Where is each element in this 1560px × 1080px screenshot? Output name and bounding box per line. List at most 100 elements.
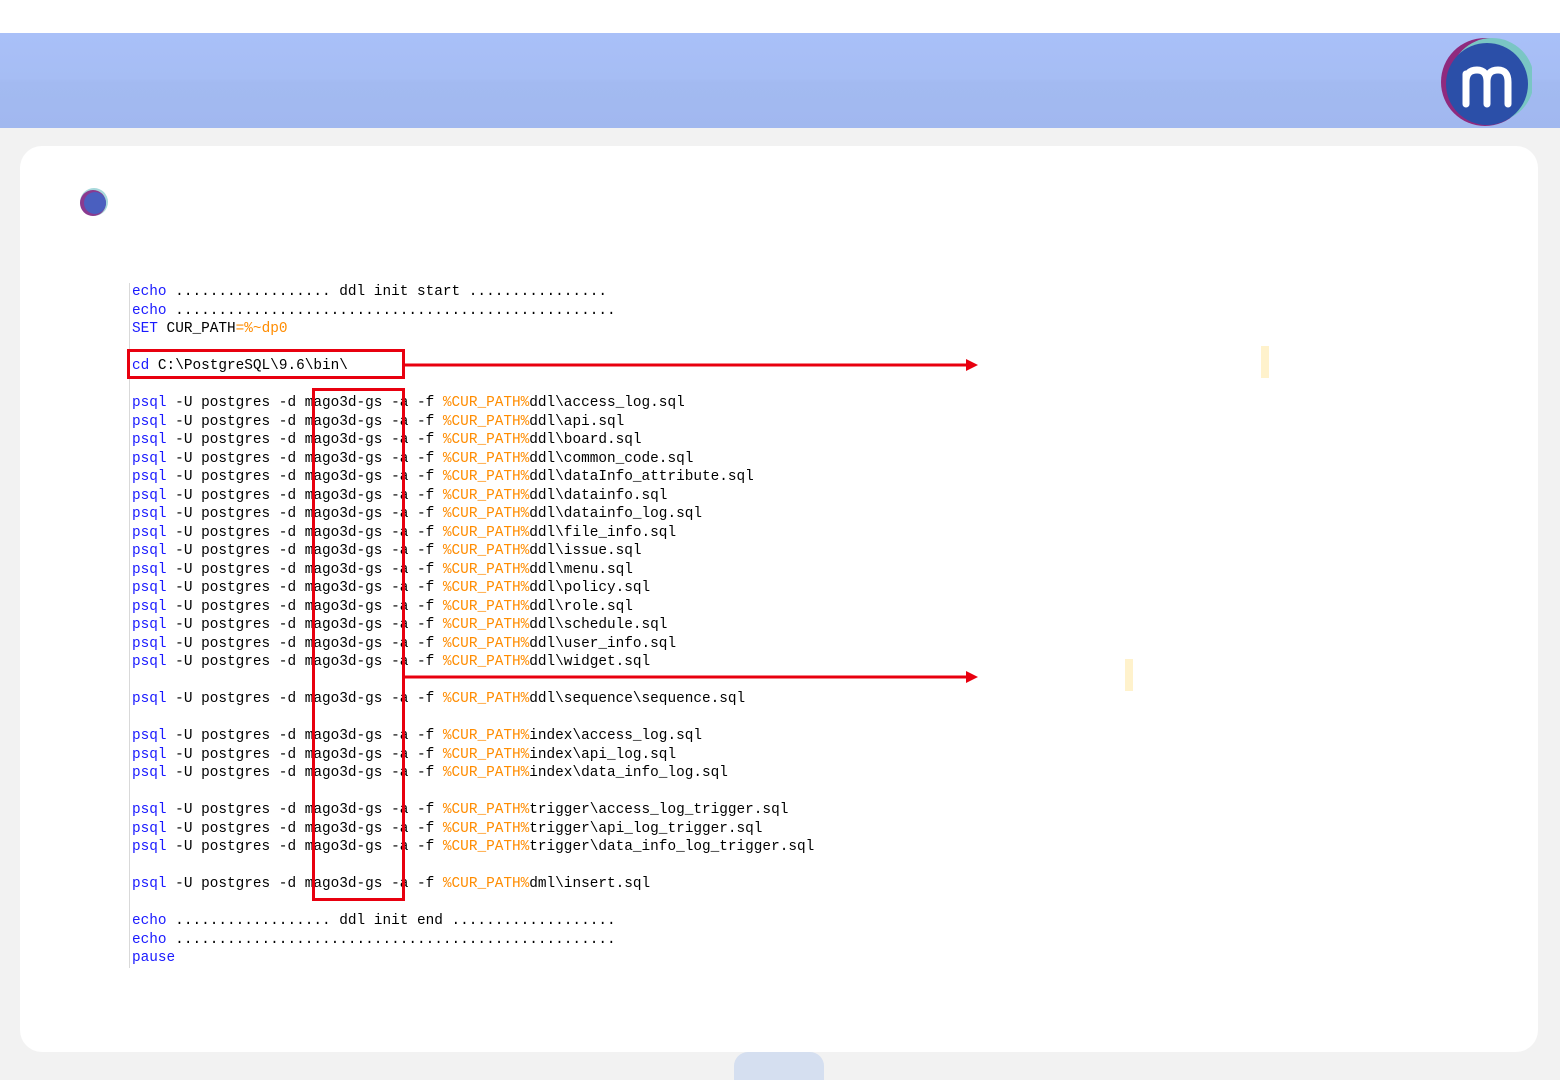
code-line: echo .................. ddl init start .… <box>130 283 890 302</box>
code-path: ddl\role.sql <box>529 598 633 615</box>
code-line: psql -U postgres -d mago3d-gs -a -f %CUR… <box>130 690 890 709</box>
code-variable: %CUR_PATH% <box>442 543 530 559</box>
code-path: ddl\common_code.sql <box>529 450 694 467</box>
code-line: psql -U postgres -d mago3d-gs -a -f %CUR… <box>130 524 890 543</box>
code-line: psql -U postgres -d mago3d-gs -a -f %CUR… <box>130 505 890 524</box>
code-keyword: psql <box>132 413 167 430</box>
code-line: psql -U postgres -d mago3d-gs -a -f %CUR… <box>130 616 890 635</box>
code-line: psql -U postgres -d mago3d-gs -a -f %CUR… <box>130 727 890 746</box>
code-variable: %CUR_PATH% <box>442 654 530 670</box>
code-variable: %CUR_PATH% <box>442 561 530 578</box>
code-variable: %CUR_PATH% <box>442 506 530 522</box>
code-path: trigger\api_log_trigger.sql <box>529 820 763 837</box>
code-path: ddl\access_log.sql <box>529 395 685 411</box>
code-line: psql -U postgres -d mago3d-gs -a -f %CUR… <box>130 487 890 506</box>
code-variable: %CUR_PATH% <box>442 728 530 744</box>
code-keyword: echo <box>132 913 167 929</box>
code-keyword: psql <box>132 691 167 707</box>
code-keyword: psql <box>132 506 167 522</box>
code-line: psql -U postgres -d mago3d-gs -a -f %CUR… <box>130 746 890 765</box>
code-keyword: psql <box>132 395 167 411</box>
code-path: ddl\policy.sql <box>529 580 651 596</box>
code-variable: %CUR_PATH% <box>442 876 530 892</box>
code-path: ddl\dataInfo_attribute.sql <box>529 469 754 485</box>
code-line: echo ...................................… <box>130 302 890 321</box>
code-variable: %CUR_PATH% <box>442 413 530 430</box>
code-path: ddl\file_info.sql <box>529 524 677 541</box>
code-keyword: psql <box>132 617 167 633</box>
code-path: ddl\datainfo_log.sql <box>529 506 702 522</box>
code-keyword: SET <box>132 321 158 337</box>
code-line: psql -U postgres -d mago3d-gs -a -f %CUR… <box>130 838 890 857</box>
code-line: psql -U postgres -d mago3d-gs -a -f %CUR… <box>130 561 890 580</box>
m-logo-icon <box>1441 38 1532 126</box>
header-bar <box>0 33 1560 128</box>
code-keyword: psql <box>132 635 167 652</box>
code-line: psql -U postgres -d mago3d-gs -a -f %CUR… <box>130 801 890 820</box>
code-line: psql -U postgres -d mago3d-gs -a -f %CUR… <box>130 764 890 783</box>
code-variable: %CUR_PATH% <box>442 820 530 837</box>
code-path: dml\insert.sql <box>529 876 651 892</box>
code-keyword: psql <box>132 524 167 541</box>
code-path: ddl\sequence\sequence.sql <box>529 691 746 707</box>
code-keyword: psql <box>132 765 167 781</box>
code-path: trigger\access_log_trigger.sql <box>529 802 789 818</box>
code-keyword: psql <box>132 561 167 578</box>
code-keyword: psql <box>132 598 167 615</box>
note-marker <box>1125 659 1133 691</box>
code-path: ddl\schedule.sql <box>529 617 668 633</box>
code-text: .................. ddl init start ......… <box>166 284 607 300</box>
code-variable: %CUR_PATH% <box>442 802 530 818</box>
code-path: index\api_log.sql <box>529 746 677 763</box>
code-keyword: psql <box>132 802 167 818</box>
code-keyword: echo <box>132 302 167 319</box>
code-variable: %CUR_PATH% <box>442 450 530 467</box>
code-path: ddl\issue.sql <box>529 543 642 559</box>
code-line: psql -U postgres -d mago3d-gs -a -f %CUR… <box>130 635 890 654</box>
code-block: echo .................. ddl init start .… <box>129 283 890 968</box>
code-variable: %CUR_PATH% <box>442 469 530 485</box>
code-variable: %CUR_PATH% <box>442 432 530 448</box>
code-keyword: echo <box>132 931 167 948</box>
note-marker <box>1261 346 1269 378</box>
top-strip <box>0 0 1560 33</box>
code-keyword: psql <box>132 839 167 855</box>
code-keyword: psql <box>132 450 167 467</box>
code-variable: %CUR_PATH% <box>442 598 530 615</box>
code-line: psql -U postgres -d mago3d-gs -a -f %CUR… <box>130 542 890 561</box>
code-variable: %CUR_PATH% <box>442 839 530 855</box>
code-variable: %CUR_PATH% <box>442 765 530 781</box>
code-path: ddl\widget.sql <box>529 654 651 670</box>
code-line: SET CUR_PATH=%~dp0 <box>130 320 890 339</box>
code-variable: %CUR_PATH% <box>442 524 530 541</box>
code-path: index\access_log.sql <box>529 728 702 744</box>
code-line: psql -U postgres -d mago3d-gs -a -f %CUR… <box>130 468 890 487</box>
bullet-icon <box>80 188 108 216</box>
code-line: psql -U postgres -d mago3d-gs -a -f %CUR… <box>130 413 890 432</box>
code-path: ddl\board.sql <box>529 432 642 448</box>
code-variable: %CUR_PATH% <box>442 395 530 411</box>
code-line: psql -U postgres -d mago3d-gs -a -f %CUR… <box>130 394 890 413</box>
code-keyword: psql <box>132 728 167 744</box>
code-keyword: psql <box>132 654 167 670</box>
code-line: psql -U postgres -d mago3d-gs -a -f %CUR… <box>130 875 890 894</box>
code-line: psql -U postgres -d mago3d-gs -a -f %CUR… <box>130 653 890 672</box>
code-path: ddl\api.sql <box>529 413 625 430</box>
code-text: ........................................… <box>166 931 616 948</box>
code-line: psql -U postgres -d mago3d-gs -a -f %CUR… <box>130 431 890 450</box>
page-indicator <box>734 1052 824 1080</box>
code-keyword: psql <box>132 820 167 837</box>
code-line: psql -U postgres -d mago3d-gs -a -f %CUR… <box>130 450 890 469</box>
code-line: psql -U postgres -d mago3d-gs -a -f %CUR… <box>130 579 890 598</box>
code-text: ........................................… <box>166 302 616 319</box>
code-path: ddl\menu.sql <box>529 561 633 578</box>
code-keyword: psql <box>132 876 167 892</box>
code-line: echo .................. ddl init end ...… <box>130 912 890 931</box>
code-variable: %CUR_PATH% <box>442 635 530 652</box>
code-keyword: psql <box>132 487 167 504</box>
